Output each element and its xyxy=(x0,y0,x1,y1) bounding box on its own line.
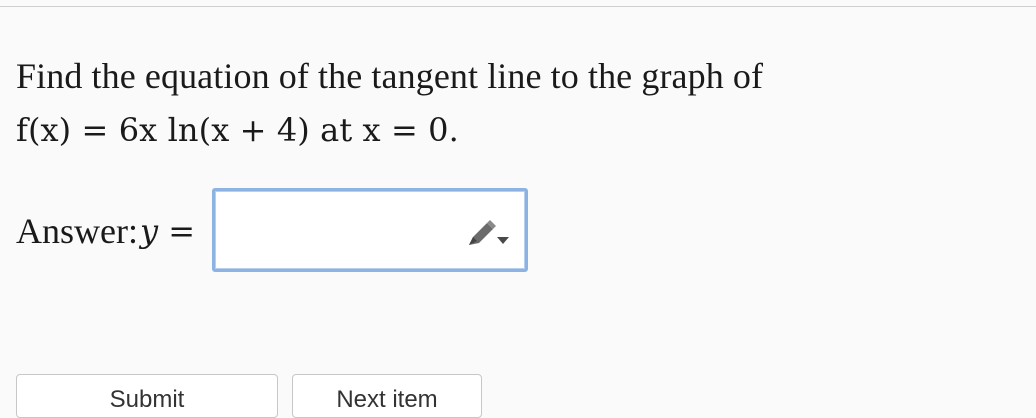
answer-label: Answer: xyxy=(16,211,138,251)
question-line-1: Find the equation of the tangent line to… xyxy=(16,56,764,96)
pencil-icon[interactable] xyxy=(467,217,513,249)
next-item-button[interactable]: Next item xyxy=(292,374,482,418)
answer-row: Answer: y = xyxy=(16,190,201,272)
submit-button[interactable]: Submit xyxy=(16,374,278,418)
answer-variable: y = xyxy=(139,212,196,250)
answer-input[interactable] xyxy=(221,197,465,263)
top-divider xyxy=(0,6,1036,7)
question-text: Find the equation of the tangent line to… xyxy=(16,58,1016,146)
answer-field[interactable] xyxy=(212,188,528,272)
question-line-2: f(x) = 6x ln(x + 4) at x = 0. xyxy=(16,111,459,149)
